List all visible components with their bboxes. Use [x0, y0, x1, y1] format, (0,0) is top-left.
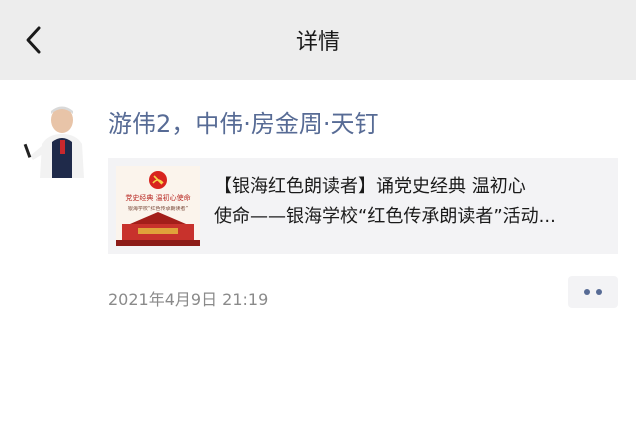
avatar[interactable] [22, 100, 96, 178]
more-actions-button[interactable] [568, 276, 618, 308]
thumbnail-caption-text: 银海学校“红色传承朗读者” [127, 206, 189, 212]
article-thumbnail: 党史经典 温初心使命 银海学校“红色传承朗读者” [116, 166, 200, 246]
chevron-left-icon [26, 26, 41, 54]
article-title: 【银海红色朗读者】诵党史经典 温初心 使命——银海学校“红色传承朗读者”活动..… [214, 172, 614, 232]
thumbnail-banner-text: 党史经典 温初心使命 [125, 194, 191, 202]
page-title: 详情 [295, 30, 340, 55]
post-timestamp: 2021年4月9日 21:19 [108, 290, 269, 309]
back-button[interactable] [14, 20, 54, 60]
shared-article-card[interactable]: 党史经典 温初心使命 银海学校“红色传承朗读者” 【银海红色朗读者】诵党史经典 … [108, 158, 618, 254]
author-name-link[interactable]: 游伟2，中伟·房金周·天钉 [108, 104, 379, 139]
more-dots-icon [584, 289, 590, 295]
article-title-line-2: 使命——银海学校“红色传承朗读者”活动... [214, 206, 556, 227]
more-dots-icon [596, 289, 602, 295]
article-title-line-1: 【银海红色朗读者】诵党史经典 温初心 [214, 176, 526, 197]
top-bar: 详情 [0, 0, 636, 80]
